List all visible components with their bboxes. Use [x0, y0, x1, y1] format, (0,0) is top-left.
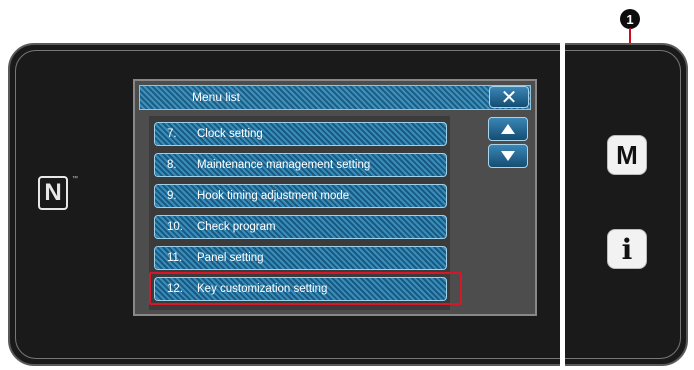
- arrow-up-icon: [501, 124, 515, 134]
- nfc-icon: N: [38, 176, 68, 210]
- panel-divider: [560, 43, 565, 366]
- menu-item-check-program[interactable]: 10. Check program: [154, 215, 447, 239]
- menu-item-maintenance-management[interactable]: 8. Maintenance management setting: [154, 153, 447, 177]
- menu-item-number: 9.: [167, 190, 177, 202]
- scroll-down-button[interactable]: [488, 144, 528, 168]
- menu-item-number: 8.: [167, 159, 177, 171]
- info-key-button[interactable]: i: [607, 229, 647, 269]
- menu-item-clock-setting[interactable]: 7. Clock setting: [154, 122, 447, 146]
- nfc-trademark: ™: [72, 176, 78, 182]
- menu-item-label: Check program: [197, 221, 276, 233]
- close-button[interactable]: ✕: [489, 86, 529, 109]
- close-icon: ✕: [500, 86, 518, 109]
- arrow-down-icon: [501, 151, 515, 161]
- menu-item-label: Clock setting: [197, 128, 263, 140]
- scroll-up-button[interactable]: [488, 117, 528, 141]
- menu-item-number: 11.: [167, 252, 183, 264]
- callout-marker-1: 1: [620, 9, 640, 29]
- screen-title: Menu list: [192, 90, 241, 104]
- selection-highlight: [149, 272, 462, 305]
- menu-item-label: Hook timing adjustment mode: [197, 190, 350, 202]
- menu-item-number: 10.: [167, 221, 183, 233]
- menu-item-label: Maintenance management setting: [197, 159, 371, 171]
- menu-item-hook-timing[interactable]: 9. Hook timing adjustment mode: [154, 184, 447, 208]
- menu-item-number: 7.: [167, 128, 177, 140]
- mode-key-button[interactable]: M: [607, 135, 647, 175]
- menu-item-label: Panel setting: [197, 252, 264, 264]
- menu-item-panel-setting[interactable]: 11. Panel setting: [154, 246, 447, 270]
